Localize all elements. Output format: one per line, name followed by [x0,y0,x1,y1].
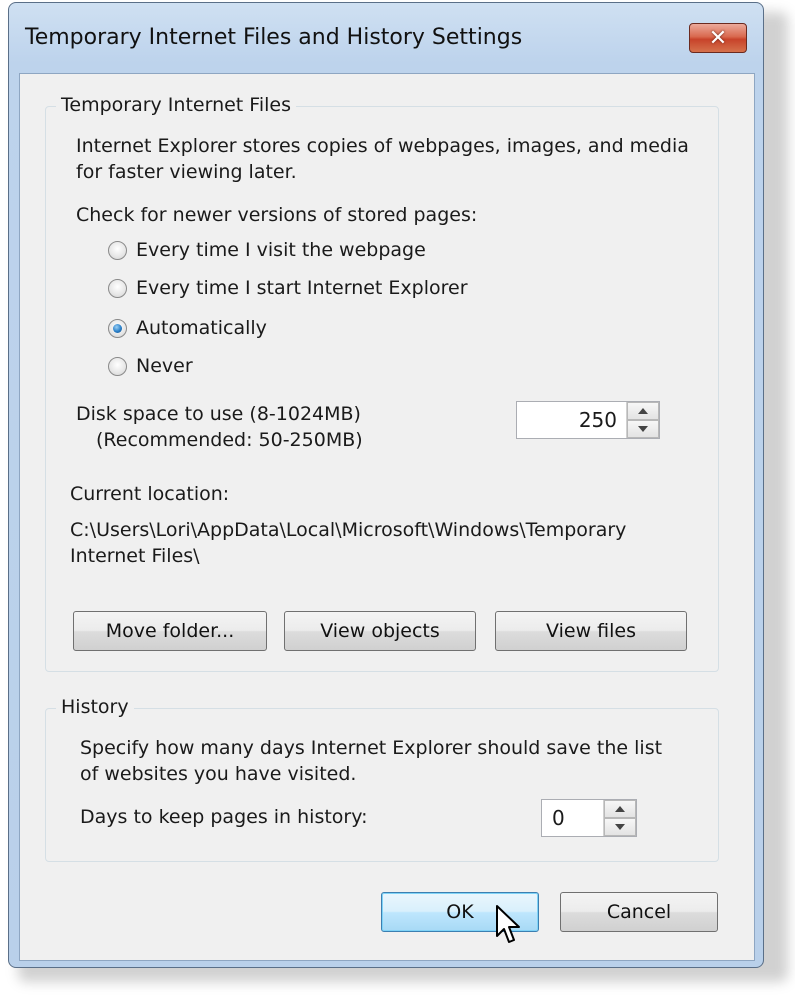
radio-every-start-label: Every time I start Internet Explorer [136,277,468,299]
radio-every-start[interactable]: Every time I start Internet Explorer [108,277,468,299]
temp-files-description-line2: for faster viewing later. [76,161,297,183]
radio-never[interactable]: Never [108,355,193,377]
radio-icon [108,278,127,298]
days-input[interactable]: 0 [552,800,565,836]
dialog-client-area: Temporary Internet Files Internet Explor… [19,73,755,961]
disk-space-label: Disk space to use (8-1024MB) [76,403,361,425]
disk-space-spin-down[interactable] [627,420,659,438]
temp-files-description-line1: Internet Explorer stores copies of webpa… [76,135,689,157]
current-location-path-line2: Internet Files\ [70,545,200,567]
title-bar[interactable]: Temporary Internet Files and History Set… [9,3,763,73]
current-location-path-line1: C:\Users\Lori\AppData\Local\Microsoft\Wi… [70,519,627,541]
spin-up-icon [638,408,648,414]
days-spin-buttons [603,800,636,836]
radio-every-visit-label: Every time I visit the webpage [136,239,426,261]
disk-space-spin-up[interactable] [627,402,659,420]
history-group-title: History [56,696,134,718]
cancel-button[interactable]: Cancel [560,892,718,932]
days-to-keep-label: Days to keep pages in history: [80,806,368,828]
check-newer-label: Check for newer versions of stored pages… [76,204,478,226]
radio-icon [108,356,127,376]
temp-files-group-title: Temporary Internet Files [56,94,296,116]
disk-space-recommended: (Recommended: 50-250MB) [96,429,363,451]
history-description-line2: of websites you have visited. [80,763,357,785]
view-files-button[interactable]: View files [495,611,687,651]
disk-space-input[interactable]: 250 [579,402,617,438]
history-group: History Specify how many days Internet E… [45,696,719,862]
dialog-title: Temporary Internet Files and History Set… [25,25,523,50]
disk-space-spinner[interactable]: 250 [516,401,660,439]
spin-down-icon [638,426,648,432]
radio-every-visit[interactable]: Every time I visit the webpage [108,239,426,261]
days-spin-up[interactable] [604,800,636,818]
spin-up-icon [615,806,625,812]
days-spinner[interactable]: 0 [541,799,637,837]
current-location-label: Current location: [70,483,230,505]
radio-automatically-label: Automatically [136,317,267,339]
history-description-line1: Specify how many days Internet Explorer … [80,737,663,759]
dialog-window: Temporary Internet Files and History Set… [8,2,764,968]
radio-automatically[interactable]: Automatically [108,317,267,339]
spin-down-icon [615,824,625,830]
disk-space-spin-buttons [626,402,659,438]
radio-never-label: Never [136,355,193,377]
mouse-pointer-icon [496,905,520,943]
move-folder-button[interactable]: Move folder... [73,611,267,651]
radio-checked-icon [108,318,127,338]
close-button[interactable]: ✕ [689,23,747,53]
days-spin-down[interactable] [604,818,636,836]
radio-icon [108,240,127,260]
close-icon: ✕ [708,25,728,51]
view-objects-button[interactable]: View objects [284,611,476,651]
temp-files-group: Temporary Internet Files Internet Explor… [45,94,719,672]
